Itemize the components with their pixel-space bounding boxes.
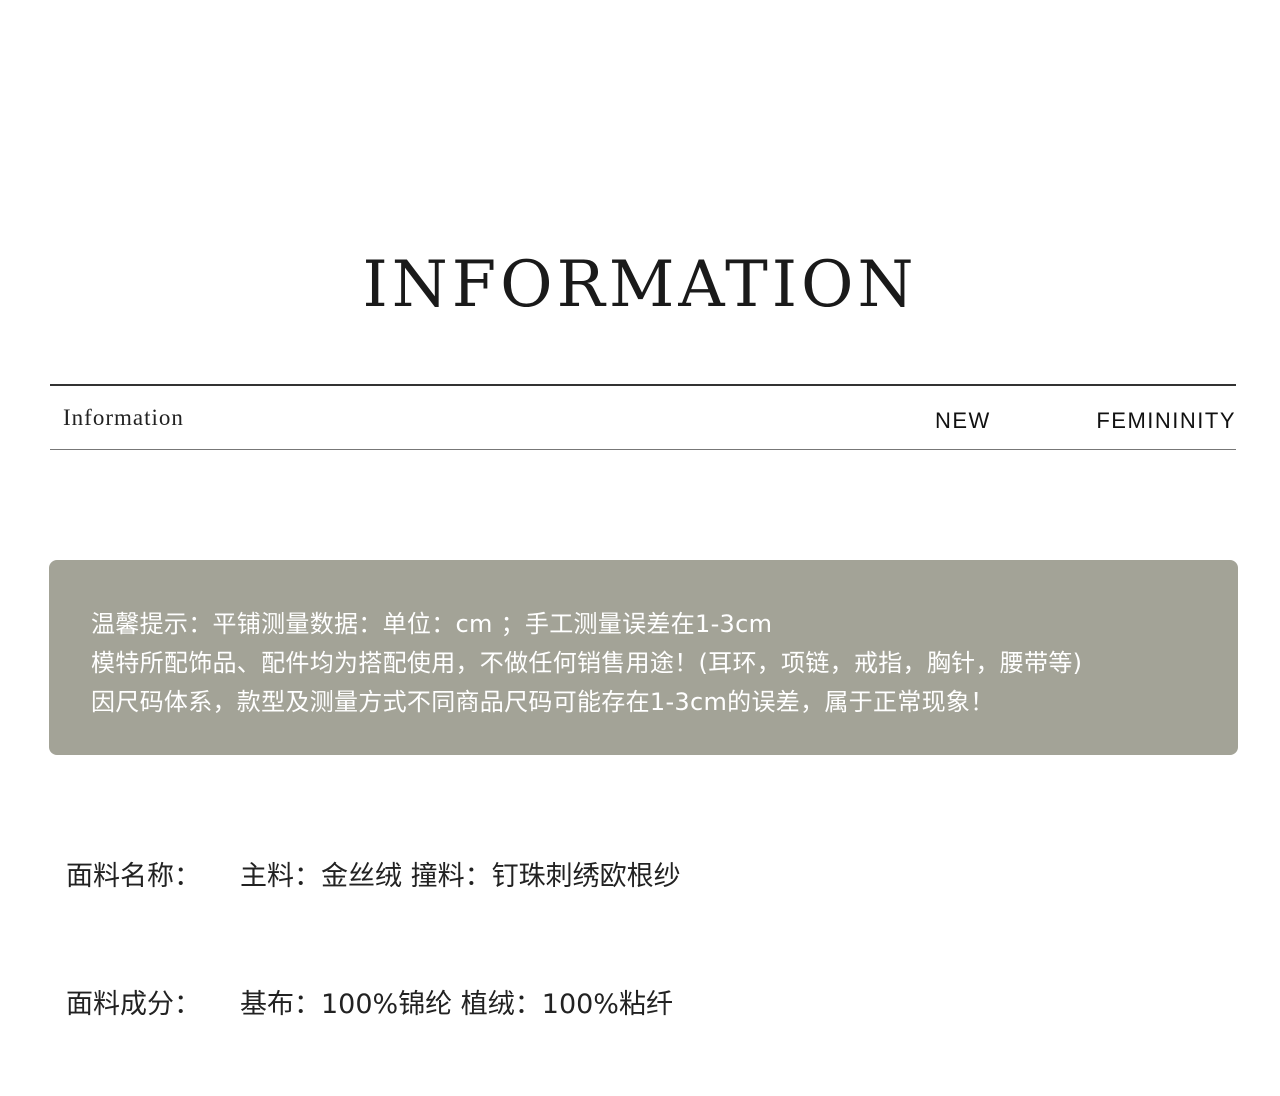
notice-line: 模特所配饰品、配件均为搭配使用，不做任何销售用途！(耳环，项链，戒指，胸针，腰带… [91,649,1083,677]
spec-fabric-name: 面料名称： 主料：金丝绒 撞料：钉珠刺绣欧根纱 [66,854,681,893]
subtitle-new: NEW [935,408,991,433]
notice-line: 温馨提示：平铺测量数据：单位：cm ；手工测量误差在1-3cm [91,610,773,638]
spec-label: 面料名称： [66,861,201,892]
divider-top [50,384,1236,386]
spec-label: 面料成分： [66,989,201,1020]
notice-box: 温馨提示：平铺测量数据：单位：cm ；手工测量误差在1-3cm 模特所配饰品、配… [49,560,1238,755]
subtitle-femininity: FEMININITY [1096,408,1236,433]
notice-line: 因尺码体系，款型及测量方式不同商品尺码可能存在1-3cm的误差，属于正常现象！ [91,688,995,716]
spec-value: 基布：100%锦纶 植绒：100%粘纤 [240,989,673,1020]
divider-bottom [50,449,1236,450]
spec-value: 主料：金丝绒 撞料：钉珠刺绣欧根纱 [240,861,681,892]
page-title: INFORMATION [362,248,918,322]
spec-fabric-composition: 面料成分： 基布：100%锦纶 植绒：100%粘纤 [66,982,673,1021]
subtitle-information: Information [63,405,184,430]
